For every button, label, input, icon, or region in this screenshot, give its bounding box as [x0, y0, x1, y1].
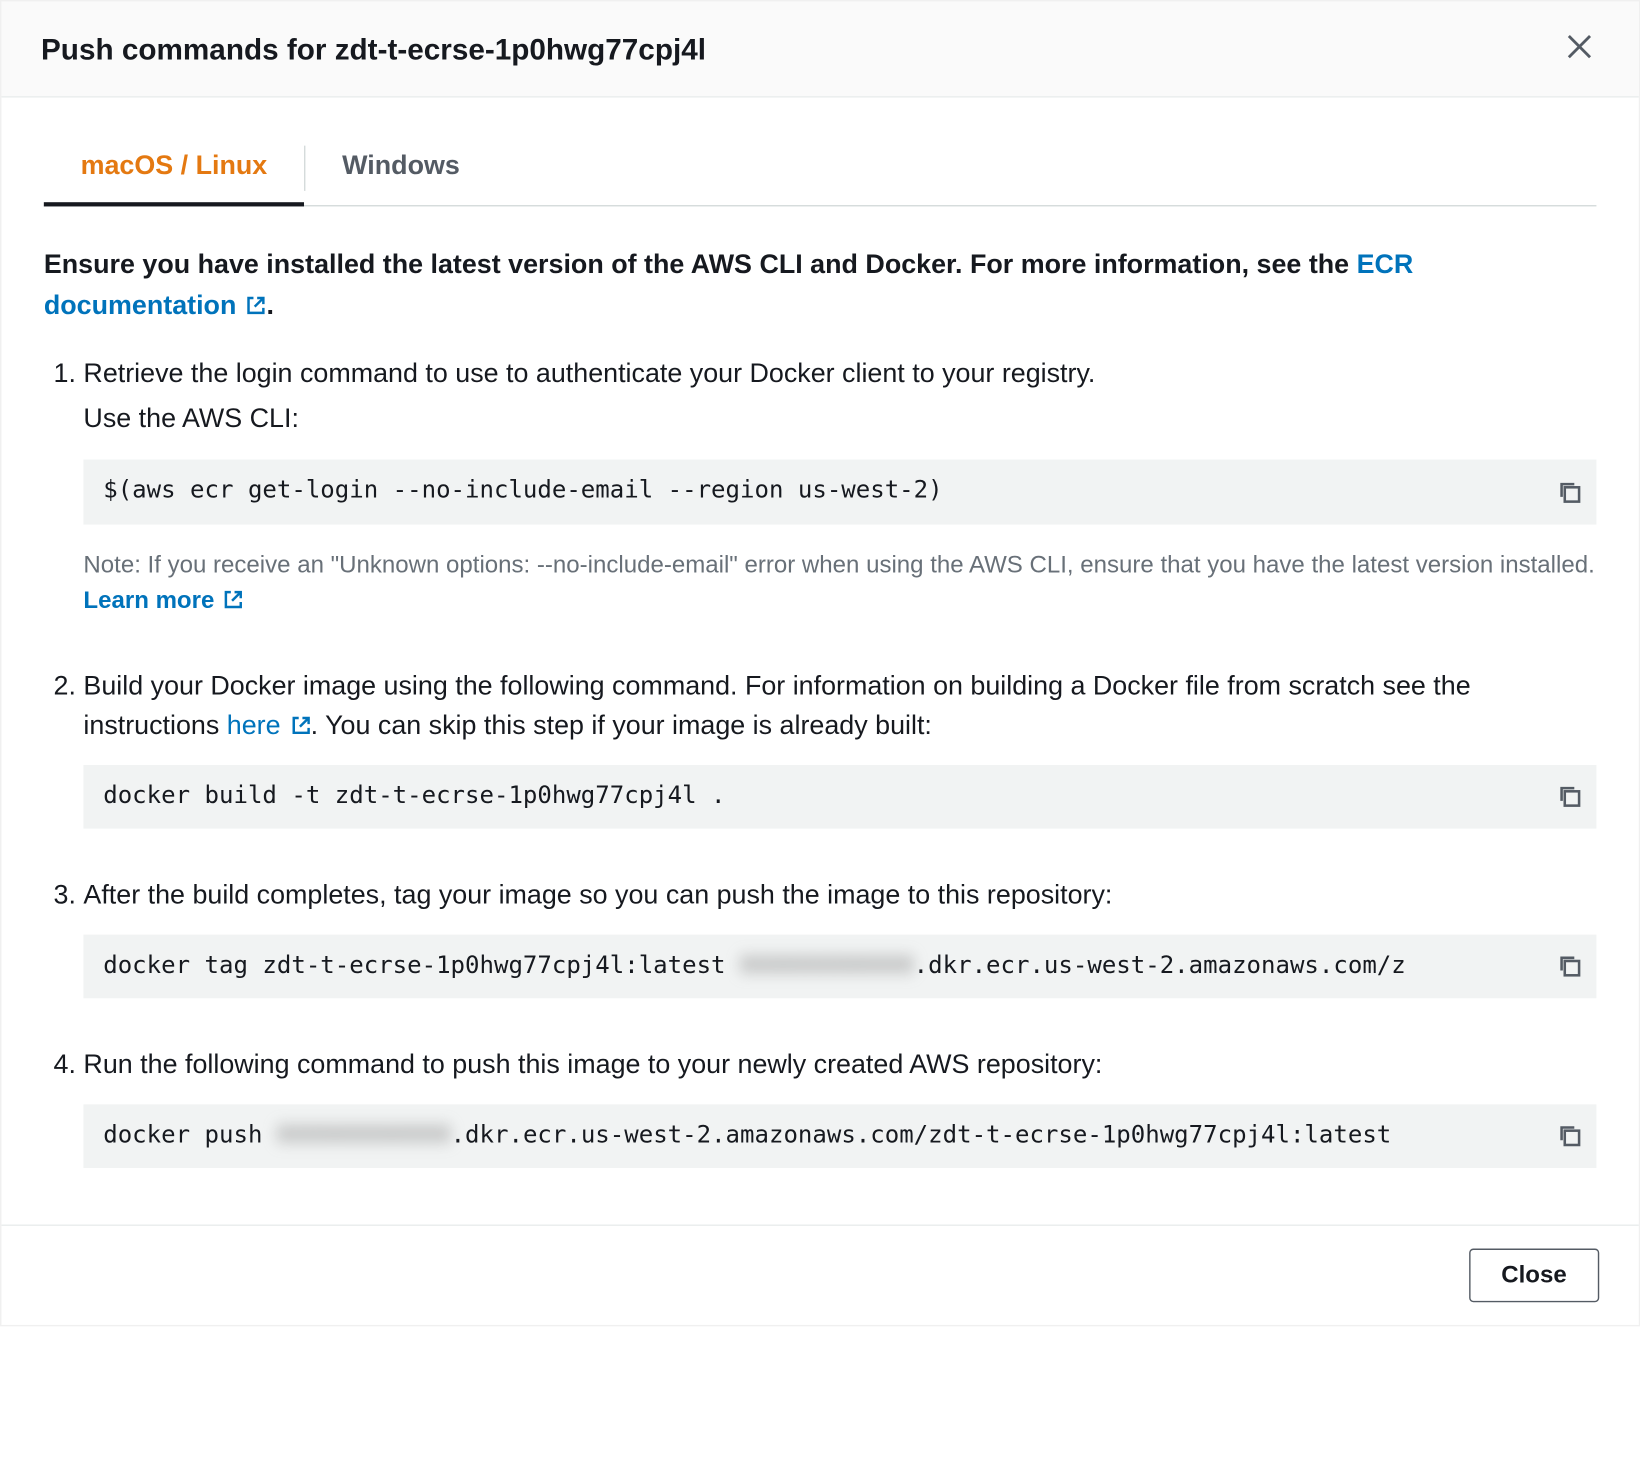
external-link-icon [224, 584, 244, 604]
step-2: Build your Docker image using the follow… [83, 667, 1596, 829]
close-button[interactable]: Close [1469, 1249, 1600, 1303]
copy-button[interactable] [1551, 1117, 1588, 1154]
step-3: After the build completes, tag your imag… [83, 877, 1596, 999]
intro-text: Ensure you have installed the latest ver… [44, 246, 1597, 327]
external-link-icon [247, 288, 267, 308]
modal-body: macOS / Linux Windows Ensure you have in… [1, 98, 1638, 1225]
step-3-text: After the build completes, tag your imag… [83, 877, 1596, 917]
step-3-code: docker tag zdt-t-ecrse-1p0hwg77cpj4l:lat… [83, 934, 1596, 998]
push-commands-modal: Push commands for zdt-t-ecrse-1p0hwg77cp… [0, 0, 1640, 1326]
step-4-text: Run the following command to push this i… [83, 1046, 1596, 1086]
step-2-code: docker build -t zdt-t-ecrse-1p0hwg77cpj4… [83, 764, 1596, 828]
step-4-code-text: docker push 000000000000.dkr.ecr.us-west… [103, 1118, 1391, 1154]
tab-windows[interactable]: Windows [305, 132, 496, 207]
close-icon[interactable] [1560, 27, 1600, 74]
redacted-account-id: 000000000000 [277, 1118, 451, 1154]
redacted-account-id: 000000000000 [740, 948, 914, 984]
intro-prefix: Ensure you have installed the latest ver… [44, 250, 1357, 280]
modal-title: Push commands for zdt-t-ecrse-1p0hwg77cp… [41, 33, 706, 67]
step-2-text-b: . You can skip this step if your image i… [311, 711, 932, 741]
here-link-label: here [227, 711, 281, 741]
step-2-code-text: docker build -t zdt-t-ecrse-1p0hwg77cpj4… [103, 778, 725, 814]
step-1-note-text: Note: If you receive an "Unknown options… [83, 551, 1594, 578]
copy-button[interactable] [1551, 948, 1588, 985]
learn-more-link[interactable]: Learn more [83, 587, 243, 614]
copy-button[interactable] [1551, 473, 1588, 510]
step-1: Retrieve the login command to use to aut… [83, 355, 1596, 619]
tab-macos-linux[interactable]: macOS / Linux [44, 132, 304, 207]
here-link[interactable]: here [227, 711, 311, 741]
external-link-icon [291, 708, 311, 728]
step-1-line1: Retrieve the login command to use to aut… [83, 355, 1596, 395]
intro-period: . [266, 291, 273, 321]
modal-header: Push commands for zdt-t-ecrse-1p0hwg77cp… [1, 1, 1638, 97]
copy-button[interactable] [1551, 778, 1588, 815]
step-1-code-text: $(aws ecr get-login --no-include-email -… [103, 474, 942, 510]
step-3-code-text: docker tag zdt-t-ecrse-1p0hwg77cpj4l:lat… [103, 948, 1406, 984]
step-2-text: Build your Docker image using the follow… [83, 667, 1596, 748]
step-4-code: docker push 000000000000.dkr.ecr.us-west… [83, 1104, 1596, 1168]
step-1-note: Note: If you receive an "Unknown options… [83, 547, 1596, 619]
step-1-code: $(aws ecr get-login --no-include-email -… [83, 460, 1596, 524]
modal-footer: Close [1, 1225, 1638, 1325]
step-4: Run the following command to push this i… [83, 1046, 1596, 1168]
step-1-line2: Use the AWS CLI: [83, 399, 1596, 439]
steps-list: Retrieve the login command to use to aut… [44, 355, 1597, 1168]
tab-bar: macOS / Linux Windows [44, 132, 1597, 207]
learn-more-label: Learn more [83, 587, 214, 614]
